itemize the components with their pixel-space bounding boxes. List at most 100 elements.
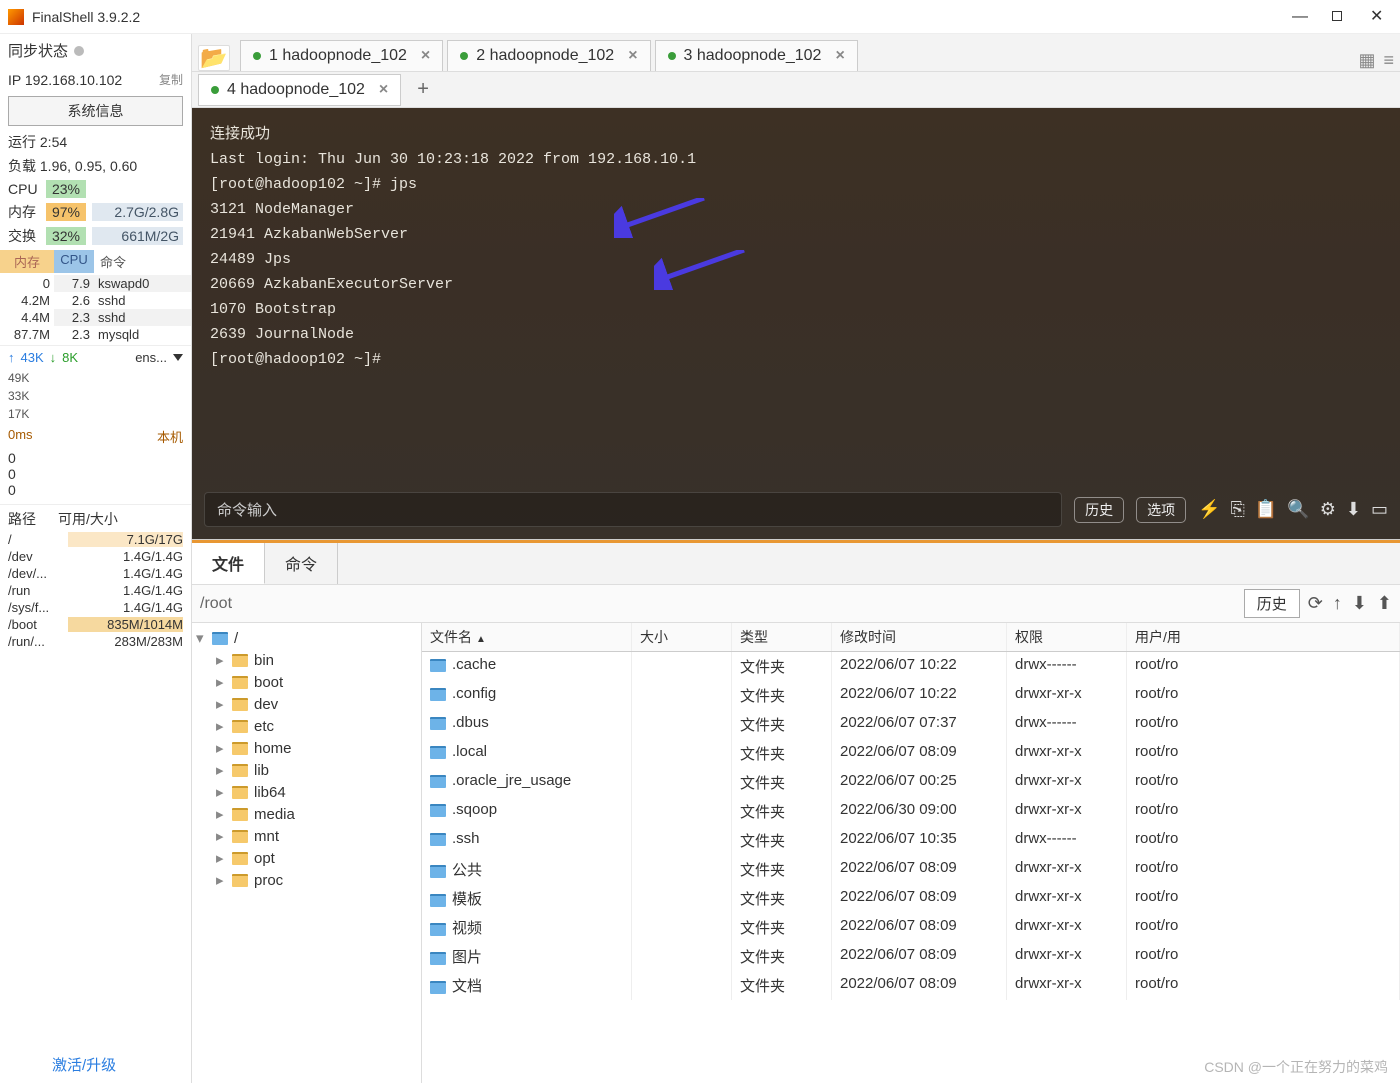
col-cmd[interactable]: 命令 bbox=[94, 250, 191, 273]
tree-item[interactable]: ▸boot bbox=[192, 671, 421, 693]
options-button[interactable]: 选项 bbox=[1136, 497, 1186, 523]
folder-icon bbox=[430, 688, 446, 701]
close-tab-icon[interactable]: × bbox=[835, 47, 844, 65]
col-name[interactable]: 文件名▲ bbox=[422, 623, 632, 651]
folder-open-icon[interactable]: 📂 bbox=[198, 45, 230, 71]
network-row[interactable]: ↑43K ↓8K ens... bbox=[0, 345, 191, 369]
file-list[interactable]: 文件名▲ 大小 类型 修改时间 权限 用户/用 .cache文件夹2022/06… bbox=[422, 623, 1400, 1083]
session-tab[interactable]: 1 hadoopnode_102× bbox=[240, 40, 443, 71]
process-row[interactable]: 07.9kswapd0 bbox=[0, 275, 191, 292]
system-info-button[interactable]: 系统信息 bbox=[8, 96, 183, 126]
tab-active[interactable]: 4 hadoopnode_102 × bbox=[198, 74, 401, 106]
history-button[interactable]: 历史 bbox=[1074, 497, 1124, 523]
terminal[interactable]: 连接成功 Last login: Thu Jun 30 10:23:18 202… bbox=[192, 108, 1400, 539]
cpu-label: CPU bbox=[8, 181, 40, 197]
host-label: 本机 bbox=[157, 427, 183, 446]
disk-row[interactable]: /boot835M/1014M bbox=[0, 616, 191, 633]
close-tab-icon[interactable]: × bbox=[421, 47, 430, 65]
process-row[interactable]: 87.7M2.3mysqld bbox=[0, 326, 191, 343]
tree-item[interactable]: ▸lib64 bbox=[192, 781, 421, 803]
chevron-down-icon[interactable] bbox=[173, 354, 183, 361]
path-history-button[interactable]: 历史 bbox=[1244, 589, 1300, 618]
close-tab-icon[interactable]: × bbox=[379, 81, 388, 99]
col-size[interactable]: 大小 bbox=[632, 623, 732, 651]
tree-item[interactable]: ▸lib bbox=[192, 759, 421, 781]
activate-link[interactable]: 激活/升级 bbox=[52, 1054, 116, 1075]
up-icon[interactable]: ↑ bbox=[1333, 593, 1342, 614]
file-row[interactable]: .config文件夹2022/06/07 10:22drwxr-xr-xroot… bbox=[422, 681, 1400, 710]
add-tab-button[interactable]: + bbox=[409, 78, 437, 101]
file-row[interactable]: .oracle_jre_usage文件夹2022/06/07 00:25drwx… bbox=[422, 768, 1400, 797]
close-button[interactable]: ✕ bbox=[1370, 11, 1382, 23]
col-avail[interactable]: 可用/大小 bbox=[58, 509, 183, 529]
tree-item[interactable]: ▸etc bbox=[192, 715, 421, 737]
col-cpu[interactable]: CPU bbox=[54, 250, 94, 273]
file-row[interactable]: .dbus文件夹2022/06/07 07:37drwx------root/r… bbox=[422, 710, 1400, 739]
copy-icon[interactable]: ⎘ bbox=[1231, 499, 1245, 520]
gear-icon[interactable]: ⚙ bbox=[1320, 499, 1336, 520]
tab-commands[interactable]: 命令 bbox=[265, 543, 338, 584]
process-row[interactable]: 4.2M2.6sshd bbox=[0, 292, 191, 309]
refresh-icon[interactable]: ⟳ bbox=[1308, 593, 1323, 614]
col-perm[interactable]: 权限 bbox=[1007, 623, 1127, 651]
swap-label: 交换 bbox=[8, 226, 40, 246]
file-row[interactable]: 公共文件夹2022/06/07 08:09drwxr-xr-xroot/ro bbox=[422, 855, 1400, 884]
file-row[interactable]: 文档文件夹2022/06/07 08:09drwxr-xr-xroot/ro bbox=[422, 971, 1400, 1000]
folder-tree[interactable]: ▾/ ▸bin▸boot▸dev▸etc▸home▸lib▸lib64▸medi… bbox=[192, 623, 422, 1083]
command-input[interactable]: 命令输入 bbox=[204, 492, 1062, 527]
upload-file-icon[interactable]: ⬆ bbox=[1377, 593, 1392, 614]
paste-icon[interactable]: 📋 bbox=[1255, 499, 1277, 520]
tree-item[interactable]: ▸proc bbox=[192, 869, 421, 891]
fullscreen-icon[interactable]: ▭ bbox=[1371, 499, 1388, 520]
tree-item[interactable]: ▸dev bbox=[192, 693, 421, 715]
row-view-icon[interactable]: ≡ bbox=[1383, 50, 1394, 71]
disk-row[interactable]: /sys/f...1.4G/1.4G bbox=[0, 599, 191, 616]
disk-row[interactable]: /7.1G/17G bbox=[0, 531, 191, 548]
file-row[interactable]: 视频文件夹2022/06/07 08:09drwxr-xr-xroot/ro bbox=[422, 913, 1400, 942]
file-row[interactable]: 图片文件夹2022/06/07 08:09drwxr-xr-xroot/ro bbox=[422, 942, 1400, 971]
bolt-icon[interactable]: ⚡ bbox=[1198, 499, 1220, 520]
path-input[interactable]: /root bbox=[200, 595, 1236, 613]
tree-item[interactable]: ▸bin bbox=[192, 649, 421, 671]
col-path[interactable]: 路径 bbox=[8, 509, 58, 529]
file-row[interactable]: .sqoop文件夹2022/06/30 09:00drwxr-xr-xroot/… bbox=[422, 797, 1400, 826]
tab-files[interactable]: 文件 bbox=[192, 543, 265, 584]
col-type[interactable]: 类型 bbox=[732, 623, 832, 651]
folder-icon bbox=[232, 852, 248, 865]
file-row[interactable]: .local文件夹2022/06/07 08:09drwxr-xr-xroot/… bbox=[422, 739, 1400, 768]
search-icon[interactable]: 🔍 bbox=[1287, 499, 1309, 520]
terminal-output[interactable]: 连接成功 Last login: Thu Jun 30 10:23:18 202… bbox=[192, 108, 1400, 486]
grid-view-icon[interactable]: ▦ bbox=[1358, 50, 1375, 71]
tree-item[interactable]: ▸mnt bbox=[192, 825, 421, 847]
col-owner[interactable]: 用户/用 bbox=[1127, 623, 1400, 651]
file-row[interactable]: .ssh文件夹2022/06/07 10:35drwx------root/ro bbox=[422, 826, 1400, 855]
annotation-arrow-icon bbox=[654, 250, 754, 290]
disk-row[interactable]: /dev1.4G/1.4G bbox=[0, 548, 191, 565]
maximize-button[interactable] bbox=[1332, 11, 1342, 21]
file-row[interactable]: 模板文件夹2022/06/07 08:09drwxr-xr-xroot/ro bbox=[422, 884, 1400, 913]
minimize-button[interactable]: — bbox=[1292, 11, 1304, 23]
process-row[interactable]: 4.4M2.3sshd bbox=[0, 309, 191, 326]
tree-item[interactable]: ▸opt bbox=[192, 847, 421, 869]
copy-button[interactable]: 复制 bbox=[159, 71, 183, 88]
folder-icon bbox=[232, 764, 248, 777]
file-row[interactable]: .cache文件夹2022/06/07 10:22drwx------root/… bbox=[422, 652, 1400, 681]
close-tab-icon[interactable]: × bbox=[628, 47, 637, 65]
col-mem[interactable]: 内存 bbox=[0, 250, 54, 273]
folder-icon bbox=[232, 786, 248, 799]
mem-value: 2.7G/2.8G bbox=[92, 203, 183, 221]
session-tab[interactable]: 3 hadoopnode_102× bbox=[655, 40, 858, 71]
tree-item[interactable]: ▸media bbox=[192, 803, 421, 825]
tree-item[interactable]: ▸home bbox=[192, 737, 421, 759]
disk-row[interactable]: /run1.4G/1.4G bbox=[0, 582, 191, 599]
col-time[interactable]: 修改时间 bbox=[832, 623, 1007, 651]
ping-chart: 000 bbox=[0, 450, 191, 498]
tree-root[interactable]: ▾/ bbox=[192, 627, 421, 649]
net-chart: 49K33K17K bbox=[0, 369, 191, 423]
session-tab[interactable]: 2 hadoopnode_102× bbox=[447, 40, 650, 71]
disk-row[interactable]: /dev/...1.4G/1.4G bbox=[0, 565, 191, 582]
disk-row[interactable]: /run/...283M/283M bbox=[0, 633, 191, 650]
download-icon[interactable]: ⬇ bbox=[1346, 499, 1361, 520]
file-list-header: 文件名▲ 大小 类型 修改时间 权限 用户/用 bbox=[422, 623, 1400, 652]
download-file-icon[interactable]: ⬇ bbox=[1352, 593, 1367, 614]
